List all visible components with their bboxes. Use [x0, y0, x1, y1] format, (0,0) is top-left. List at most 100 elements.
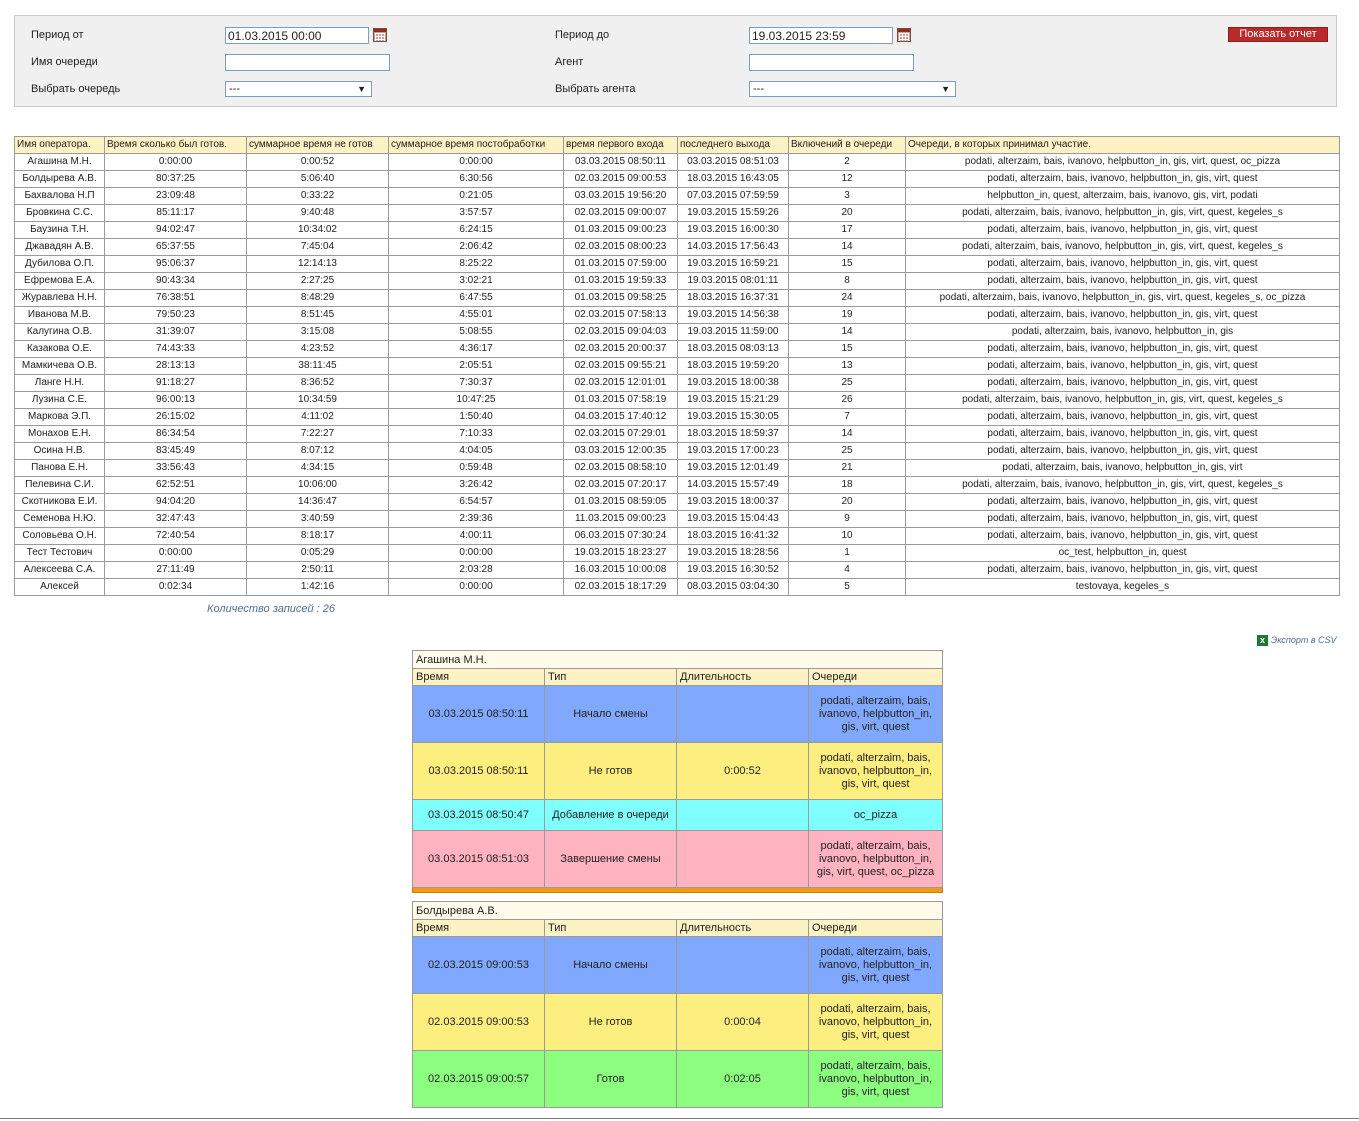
table-cell: 7:30:37: [388, 374, 564, 392]
table-cell: 1:50:40: [388, 408, 564, 426]
detail-column-header: Тип: [544, 919, 677, 937]
show-report-button[interactable]: Показать отчет: [1228, 27, 1328, 42]
table-cell: 03.03.2015 08:51:03: [677, 153, 789, 171]
table-cell: 19.03.2015 18:28:56: [677, 544, 789, 562]
detail-operator-name: Агашина М.Н.: [411, 650, 944, 669]
queue-name-input[interactable]: [225, 54, 390, 71]
table-cell: Болдырева А.В.: [14, 170, 105, 188]
table-cell: 2:06:42: [388, 238, 564, 256]
table-cell: 5:08:55: [388, 323, 564, 341]
column-header: время первого входа: [563, 136, 678, 154]
detail-table-0: Агашина М.Н. Время Тип Длительность Очереди 0…: [411, 650, 944, 893]
period-to-input[interactable]: [749, 27, 893, 44]
table-cell: 0:21:05: [388, 187, 564, 205]
table-cell: 0:05:29: [246, 544, 389, 562]
table-row: Алексей 0:02:34 1:42:16 0:00:00 02.03.2015 1…: [14, 578, 1340, 596]
table-cell: testovaya, kegeles_s: [905, 578, 1340, 596]
table-row: Осина Н.В. 83:45:49 8:07:12 4:04:05 03.03.20…: [14, 442, 1340, 460]
table-cell: 02.03.2015 08:00:23: [563, 238, 678, 256]
table-cell: 03.03.2015 19:56:20: [563, 187, 678, 205]
table-cell: podati, alterzaim, bais, ivanovo, helpbu…: [905, 442, 1340, 460]
table-cell: 10:06:00: [246, 476, 389, 494]
table-cell: 0:00:00: [104, 544, 247, 562]
table-cell: 74:43:33: [104, 340, 247, 358]
table-cell: 86:34:54: [104, 425, 247, 443]
table-cell: 15: [788, 255, 906, 273]
detail-queues-cell: podati, alterzaim, bais, ivanovo, helpbu…: [807, 742, 944, 800]
table-cell: 10:34:59: [246, 391, 389, 409]
select-queue-dropdown[interactable]: --- ▼: [225, 81, 372, 97]
table-cell: Бровкина С.С.: [14, 204, 105, 222]
table-cell: Калугина О.В.: [14, 323, 105, 341]
table-cell: 01.03.2015 08:59:05: [563, 493, 678, 511]
export-csv-label: Экспорт в CSV: [1271, 635, 1337, 645]
agent-input[interactable]: [749, 54, 914, 71]
table-cell: podati, alterzaim, bais, ivanovo, helpbu…: [905, 391, 1340, 409]
detail-queues-cell: podati, alterzaim, bais, ivanovo, helpbu…: [807, 685, 944, 743]
detail-event-row: 02.03.2015 09:00:57 Готов 0:02:05 podati, a…: [412, 1050, 944, 1108]
table-cell: Лузина С.Е.: [14, 391, 105, 409]
table-cell: 1: [788, 544, 906, 562]
table-row: Бахвалова Н.П 23:09:48 0:33:22 0:21:05 03.03…: [14, 187, 1340, 205]
detail-title-row: Агашина М.Н.: [411, 650, 944, 669]
table-body: Агашина М.Н. 0:00:00 0:00:52 0:00:00 03.03.2…: [14, 153, 1340, 596]
detail-time-cell: 02.03.2015 09:00:53: [412, 936, 545, 994]
agent-label: Агент: [555, 56, 584, 68]
table-cell: Ланге Н.Н.: [14, 374, 105, 392]
table-cell: 6:47:55: [388, 289, 564, 307]
table-cell: podati, alterzaim, bais, ivanovo, helpbu…: [905, 476, 1340, 494]
table-cell: 0:00:52: [246, 153, 389, 171]
table-cell: 04.03.2015 17:40:12: [563, 408, 678, 426]
table-cell: 14: [788, 323, 906, 341]
table-cell: 26: [788, 391, 906, 409]
table-cell: 4: [788, 561, 906, 579]
table-cell: Семенова Н.Ю.: [14, 510, 105, 528]
column-header: последнего выхода: [677, 136, 789, 154]
table-cell: 79:50:23: [104, 306, 247, 324]
detail-event-row: 02.03.2015 09:00:53 Не готов 0:00:04 podati…: [412, 993, 944, 1051]
table-cell: 19: [788, 306, 906, 324]
table-cell: 14: [788, 425, 906, 443]
table-cell: 4:55:01: [388, 306, 564, 324]
calendar-icon[interactable]: [897, 28, 911, 42]
column-header: Очереди, в которых принимал участие.: [905, 136, 1340, 154]
detail-time-cell: 03.03.2015 08:50:11: [412, 742, 545, 800]
table-cell: 0:00:00: [388, 544, 564, 562]
table-cell: 65:37:55: [104, 238, 247, 256]
detail-column-header: Длительность: [676, 919, 809, 937]
table-row: Мамкичева О.В. 28:13:13 38:11:45 2:05:51 02.…: [14, 357, 1340, 375]
table-cell: 0:59:48: [388, 459, 564, 477]
export-csv-link[interactable]: x Экспорт в CSV: [1257, 633, 1337, 647]
table-cell: 21: [788, 459, 906, 477]
table-cell: oc_test, helpbutton_in, quest: [905, 544, 1340, 562]
table-cell: 02.03.2015 07:29:01: [563, 425, 678, 443]
detail-header-row: Время Тип Длительность Очереди: [412, 919, 944, 937]
table-cell: 16.03.2015 10:00:08: [563, 561, 678, 579]
table-cell: 90:43:34: [104, 272, 247, 290]
table-cell: Мамкичева О.В.: [14, 357, 105, 375]
table-row: Панова Е.Н. 33:56:43 4:34:15 0:59:48 02.03.2…: [14, 459, 1340, 477]
detail-duration-cell: [676, 936, 809, 994]
select-agent-dropdown[interactable]: --- ▼: [749, 81, 956, 97]
detail-type-cell: Начало смены: [544, 936, 677, 994]
period-from-input[interactable]: [225, 27, 369, 44]
table-cell: 94:04:20: [104, 493, 247, 511]
table-cell: Соловьева О.Н.: [14, 527, 105, 545]
table-cell: 4:34:15: [246, 459, 389, 477]
table-cell: 18.03.2015 08:03:13: [677, 340, 789, 358]
table-cell: 4:00:11: [388, 527, 564, 545]
table-cell: Казакова О.Е.: [14, 340, 105, 358]
table-cell: 28:13:13: [104, 357, 247, 375]
table-cell: 6:54:57: [388, 493, 564, 511]
table-cell: 0:00:00: [104, 153, 247, 171]
table-cell: 19.03.2015 16:59:21: [677, 255, 789, 273]
calendar-icon[interactable]: [373, 28, 387, 42]
table-cell: 8:36:52: [246, 374, 389, 392]
table-cell: 12: [788, 170, 906, 188]
table-cell: podati, alterzaim, bais, ivanovo, helpbu…: [905, 374, 1340, 392]
detail-title-row: Болдырева А.В.: [411, 901, 944, 920]
table-cell: 02.03.2015 09:04:03: [563, 323, 678, 341]
table-cell: 0:33:22: [246, 187, 389, 205]
table-cell: 14.03.2015 17:56:43: [677, 238, 789, 256]
table-cell: 19.03.2015 16:30:52: [677, 561, 789, 579]
